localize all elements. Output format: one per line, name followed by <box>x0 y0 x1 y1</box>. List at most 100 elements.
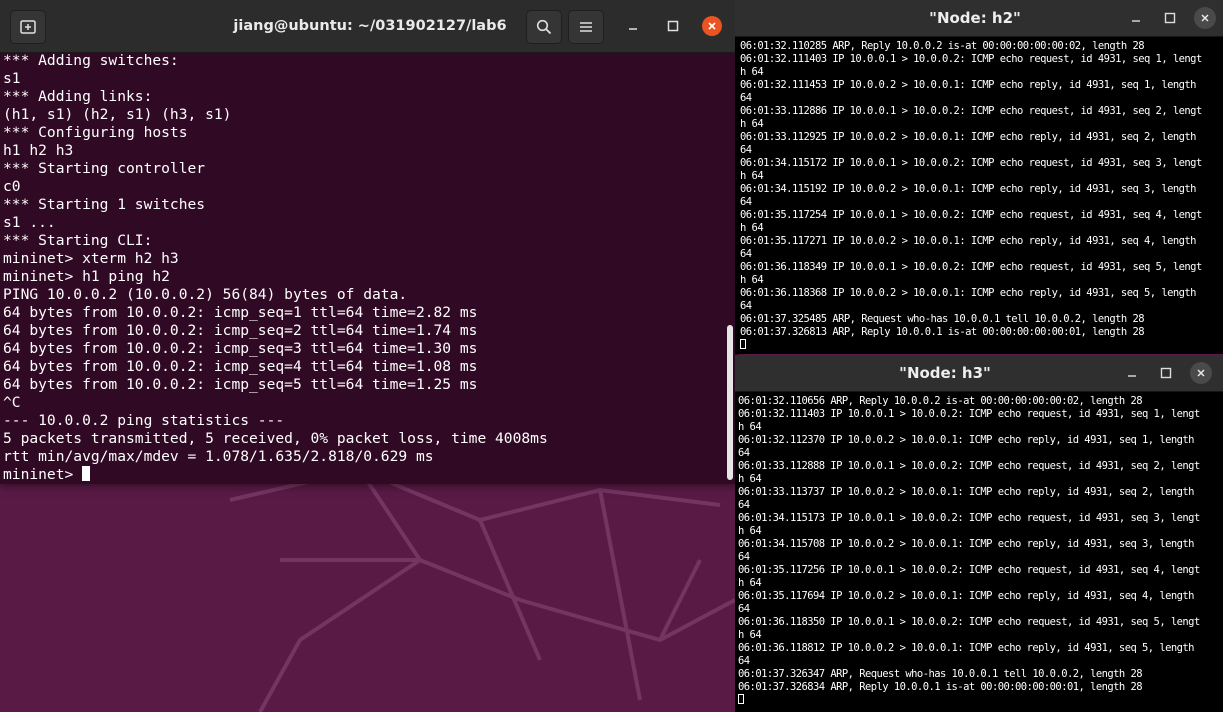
terminal-line: rtt min/avg/max/mdev = 1.078/1.635/2.818… <box>3 448 434 465</box>
terminal-line: mininet> h1 ping h2 <box>3 268 170 285</box>
xterm-h3-minimize-button[interactable] <box>1123 364 1141 382</box>
terminal-line: 64 bytes from 10.0.0.2: icmp_seq=2 ttl=6… <box>3 322 478 339</box>
xterm-line: 06:01:35.117271 IP 10.0.0.2 > 10.0.0.1: … <box>740 235 1197 247</box>
xterm-line: h 64 <box>738 421 762 433</box>
xterm-cursor <box>738 694 744 704</box>
terminal-output[interactable]: *** Adding switches: s1 *** Adding links… <box>3 52 718 482</box>
xterm-line: 06:01:33.112888 IP 10.0.0.1 > 10.0.0.2: … <box>738 460 1200 472</box>
xterm-cursor-line <box>738 694 1220 707</box>
new-tab-icon <box>20 20 36 34</box>
xterm-h3-title: "Node: h3" <box>899 364 991 382</box>
xterm-line: h 64 <box>740 118 764 130</box>
xterm-h3-output[interactable]: 06:01:32.110656 ARP, Reply 10.0.0.2 is-a… <box>738 395 1220 709</box>
xterm-line: 64 <box>738 447 750 459</box>
terminal-scrollbar[interactable] <box>727 325 733 480</box>
minimize-icon <box>629 28 637 30</box>
terminal-line: s1 <box>3 70 21 87</box>
xterm-line: 64 <box>740 144 752 156</box>
terminal-line: 64 bytes from 10.0.0.2: icmp_seq=3 ttl=6… <box>3 340 478 357</box>
xterm-line: 64 <box>740 248 752 260</box>
xterm-line: 06:01:33.113737 IP 10.0.0.2 > 10.0.0.1: … <box>738 486 1195 498</box>
xterm-h3-maximize-button[interactable] <box>1157 364 1175 382</box>
xterm-line: 06:01:33.112886 IP 10.0.0.1 > 10.0.0.2: … <box>740 105 1202 117</box>
new-tab-button[interactable] <box>10 10 46 44</box>
xterm-line: 06:01:36.118349 IP 10.0.0.1 > 10.0.0.2: … <box>740 261 1202 273</box>
xterm-window-h3: "Node: h3" 06:01:32.110656 ARP, Reply 10… <box>735 355 1223 712</box>
xterm-h2-output[interactable]: 06:01:32.110285 ARP, Reply 10.0.0.2 is-a… <box>740 40 1222 352</box>
xterm-line: 06:01:35.117254 IP 10.0.0.1 > 10.0.0.2: … <box>740 209 1202 221</box>
xterm-h2-maximize-button[interactable] <box>1161 9 1179 27</box>
xterm-line: 64 <box>738 551 750 563</box>
minimize-icon <box>1132 20 1140 22</box>
xterm-h2-close-button[interactable] <box>1194 7 1216 29</box>
xterm-line: 64 <box>740 92 752 104</box>
terminal-prompt-line[interactable]: mininet> <box>3 466 718 482</box>
xterm-line: 06:01:37.326834 ARP, Reply 10.0.0.1 is-a… <box>738 681 1143 693</box>
maximize-button[interactable] <box>656 10 690 42</box>
terminal-line: c0 <box>3 178 21 195</box>
terminal-line: h1 h2 h3 <box>3 142 74 159</box>
xterm-line: 06:01:36.118812 IP 10.0.0.2 > 10.0.0.1: … <box>738 642 1195 654</box>
xterm-line: h 64 <box>740 170 764 182</box>
xterm-line: h 64 <box>738 629 762 641</box>
hamburger-menu-icon <box>580 22 592 32</box>
xterm-window-h2: "Node: h2" 06:01:32.110285 ARP, Reply 10… <box>735 0 1223 354</box>
text-cursor <box>82 466 91 481</box>
terminal-line: s1 ... <box>3 214 56 231</box>
terminal-line: *** Starting controller <box>3 160 206 177</box>
xterm-h2-minimize-button[interactable] <box>1127 9 1145 27</box>
xterm-cursor-line <box>740 339 1222 352</box>
search-button[interactable] <box>526 10 562 44</box>
terminal-window: jiang@ubuntu: ~/031902127/lab6 *** Addin… <box>0 0 738 484</box>
maximize-icon <box>1164 12 1176 24</box>
xterm-cursor <box>740 339 746 349</box>
xterm-line: 64 <box>740 196 752 208</box>
terminal-line: *** Adding switches: <box>3 52 179 69</box>
terminal-line: --- 10.0.0.2 ping statistics --- <box>3 412 285 429</box>
xterm-h3-titlebar[interactable]: "Node: h3" <box>735 355 1223 392</box>
maximize-icon <box>667 20 679 32</box>
xterm-line: 06:01:37.326347 ARP, Request who-has 10.… <box>738 668 1143 680</box>
terminal-line: 64 bytes from 10.0.0.2: icmp_seq=5 ttl=6… <box>3 376 478 393</box>
xterm-line: h 64 <box>738 473 762 485</box>
xterm-line: 06:01:32.111403 IP 10.0.0.1 > 10.0.0.2: … <box>738 408 1200 420</box>
xterm-line: h 64 <box>738 577 762 589</box>
xterm-line: h 64 <box>740 66 764 78</box>
terminal-line: *** Starting 1 switches <box>3 196 206 213</box>
xterm-line: 64 <box>738 655 750 667</box>
terminal-line: 64 bytes from 10.0.0.2: icmp_seq=1 ttl=6… <box>3 304 478 321</box>
terminal-title: jiang@ubuntu: ~/031902127/lab6 <box>233 18 507 34</box>
xterm-line: 06:01:37.326813 ARP, Reply 10.0.0.1 is-a… <box>740 326 1145 338</box>
close-button[interactable] <box>702 16 722 36</box>
xterm-line: 06:01:34.115192 IP 10.0.0.2 > 10.0.0.1: … <box>740 183 1197 195</box>
xterm-line: h 64 <box>738 525 762 537</box>
xterm-line: 64 <box>738 499 750 511</box>
search-icon <box>536 19 552 35</box>
xterm-line: 06:01:37.325485 ARP, Request who-has 10.… <box>740 313 1145 325</box>
xterm-line: 06:01:34.115708 IP 10.0.0.2 > 10.0.0.1: … <box>738 538 1195 550</box>
xterm-line: 06:01:33.112925 IP 10.0.0.2 > 10.0.0.1: … <box>740 131 1197 143</box>
menu-button[interactable] <box>568 10 604 44</box>
minimize-button[interactable] <box>616 10 650 42</box>
xterm-line: h 64 <box>740 274 764 286</box>
terminal-line: 5 packets transmitted, 5 received, 0% pa… <box>3 430 548 447</box>
terminal-line: ^C <box>3 394 21 411</box>
xterm-line: 06:01:36.118350 IP 10.0.0.1 > 10.0.0.2: … <box>738 616 1200 628</box>
xterm-line: 06:01:34.115172 IP 10.0.0.1 > 10.0.0.2: … <box>740 157 1202 169</box>
xterm-h3-close-button[interactable] <box>1190 362 1212 384</box>
terminal-line: *** Configuring hosts <box>3 124 188 141</box>
terminal-line: 64 bytes from 10.0.0.2: icmp_seq=4 ttl=6… <box>3 358 478 375</box>
close-icon <box>1201 14 1209 22</box>
terminal-prompt: mininet> <box>3 466 83 482</box>
terminal-line: PING 10.0.0.2 (10.0.0.2) 56(84) bytes of… <box>3 286 408 303</box>
xterm-line: 06:01:35.117694 IP 10.0.0.2 > 10.0.0.1: … <box>738 590 1195 602</box>
xterm-line: 06:01:32.110656 ARP, Reply 10.0.0.2 is-a… <box>738 395 1143 407</box>
xterm-h2-title: "Node: h2" <box>929 9 1021 27</box>
xterm-line: 06:01:32.111403 IP 10.0.0.1 > 10.0.0.2: … <box>740 53 1202 65</box>
xterm-line: 06:01:34.115173 IP 10.0.0.1 > 10.0.0.2: … <box>738 512 1200 524</box>
xterm-line: 06:01:32.112370 IP 10.0.0.2 > 10.0.0.1: … <box>738 434 1195 446</box>
terminal-header-bar: jiang@ubuntu: ~/031902127/lab6 <box>0 0 737 53</box>
close-icon <box>1197 369 1205 377</box>
xterm-h2-titlebar[interactable]: "Node: h2" <box>735 0 1223 37</box>
xterm-line: 06:01:32.111453 IP 10.0.0.2 > 10.0.0.1: … <box>740 79 1197 91</box>
